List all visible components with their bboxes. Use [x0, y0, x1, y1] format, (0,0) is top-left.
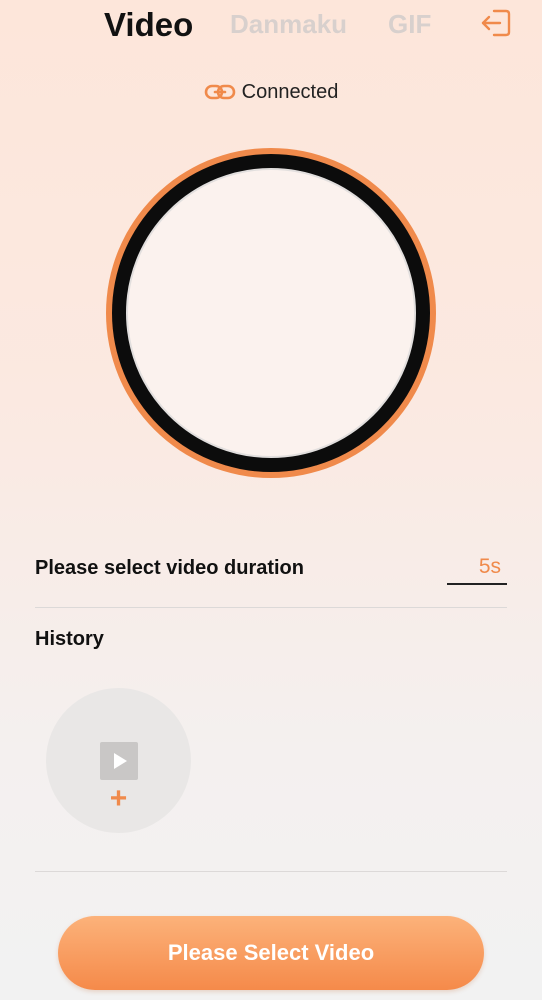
plus-icon: +	[109, 782, 128, 815]
add-history-button[interactable]: +	[46, 688, 191, 833]
status-text: Connected	[241, 80, 339, 103]
divider	[35, 871, 507, 872]
connection-status: Connected	[0, 80, 542, 104]
duration-input[interactable]: 5s	[447, 555, 507, 585]
history-title: History	[35, 628, 104, 650]
top-tab-bar: Video Danmaku GIF	[0, 0, 542, 56]
tab-video[interactable]: Video	[104, 6, 193, 44]
duration-label: Please select video duration	[35, 557, 304, 579]
duration-row: Please select video duration 5s	[35, 555, 507, 595]
select-video-button[interactable]: Please Select Video	[58, 916, 484, 990]
tab-gif[interactable]: GIF	[388, 9, 431, 40]
divider	[35, 607, 507, 608]
exit-icon	[481, 9, 511, 37]
exit-button[interactable]	[478, 6, 512, 40]
link-icon	[204, 84, 235, 100]
play-icon	[100, 742, 138, 780]
video-preview-circle[interactable]	[106, 148, 436, 478]
tab-danmaku[interactable]: Danmaku	[230, 9, 347, 40]
preview-area	[126, 168, 416, 458]
